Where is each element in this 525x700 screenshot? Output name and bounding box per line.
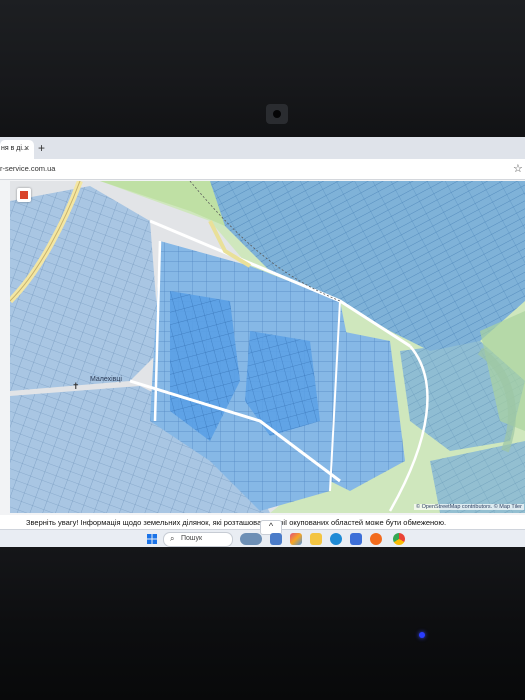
bookmark-star-icon[interactable]: ☆ xyxy=(513,162,523,175)
notice-text: Зверніть увагу! Інформація щодо земельни… xyxy=(26,518,447,527)
laptop-screen: ня в ді... × + r-service.com.ua ☆ ✝ Мале… xyxy=(0,137,525,547)
laptop-bottom-bezel xyxy=(0,547,525,700)
weather-icon[interactable] xyxy=(240,533,262,545)
parcels-residential-west xyxy=(10,186,160,391)
laptop-top-bezel xyxy=(0,0,525,140)
tab-close-icon[interactable]: × xyxy=(24,143,29,153)
windows-taskbar: ^ ⌕ Пошук xyxy=(0,520,525,547)
firefox-icon[interactable] xyxy=(370,533,382,545)
store-icon[interactable] xyxy=(350,533,362,545)
map-attribution[interactable]: © OpenStreetMap contributors. © Map Tile… xyxy=(414,504,524,510)
power-led xyxy=(419,632,425,638)
taskbar-search[interactable]: ⌕ Пошук xyxy=(163,532,233,547)
address-bar[interactable]: r-service.com.ua ☆ xyxy=(0,159,525,180)
webcam xyxy=(266,104,288,124)
url-text[interactable]: r-service.com.ua xyxy=(0,164,55,173)
browser-tab[interactable]: ня в ді... × xyxy=(0,140,34,159)
map-canvas: ✝ xyxy=(10,181,525,513)
stop-drawing-button[interactable] xyxy=(17,188,31,202)
search-placeholder: Пошук xyxy=(181,535,203,542)
photos-icon[interactable] xyxy=(270,533,282,545)
church-icon: ✝ xyxy=(72,382,80,392)
cadastral-map[interactable]: ✝ Малехівцi © OpenStreetMap contributors… xyxy=(10,181,525,513)
chrome-icon[interactable] xyxy=(393,533,405,545)
browser-tab-bar: ня в ді... × + xyxy=(0,137,525,159)
search-icon: ⌕ xyxy=(170,534,175,543)
windows-start-icon[interactable] xyxy=(147,534,157,544)
copilot-icon[interactable] xyxy=(290,533,302,545)
file-explorer-icon[interactable] xyxy=(310,533,322,545)
new-tab-button[interactable]: + xyxy=(38,141,45,155)
village-label: Малехівцi xyxy=(90,376,122,383)
webcam-lens xyxy=(273,110,281,118)
edge-icon[interactable] xyxy=(330,533,342,545)
stop-icon xyxy=(20,191,28,199)
